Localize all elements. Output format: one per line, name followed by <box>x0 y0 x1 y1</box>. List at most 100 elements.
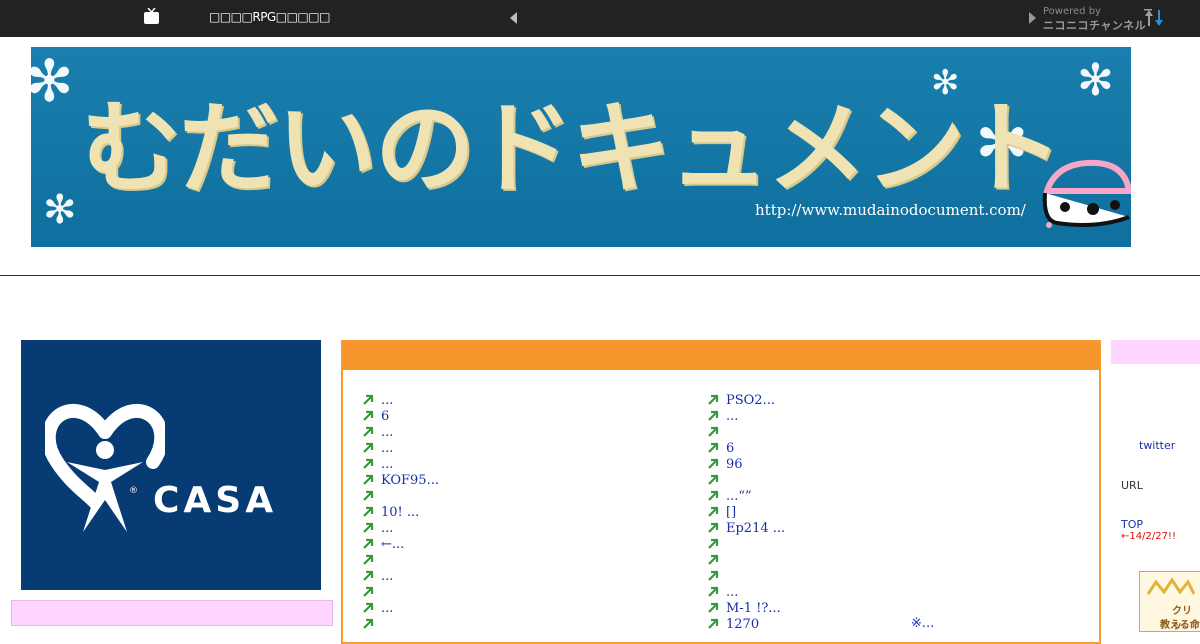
list-item[interactable] <box>706 552 785 568</box>
list-item[interactable] <box>706 472 785 488</box>
list-item-link[interactable]: ... <box>726 585 738 600</box>
site-url: http://www.mudainodocument.com/ <box>755 201 1026 219</box>
list-item[interactable]: ... <box>361 456 439 472</box>
list-item[interactable]: ... <box>706 408 785 424</box>
arrow-up-right-icon <box>708 618 719 629</box>
casa-ad-banner[interactable]: ® CASA <box>21 340 321 590</box>
list-item[interactable] <box>361 584 439 600</box>
list-item-link[interactable]: 10! ... <box>381 505 419 520</box>
list-item-link[interactable]: 96 <box>726 457 743 472</box>
arrow-up-right-icon <box>708 538 719 549</box>
list-item[interactable]: ... <box>361 424 439 440</box>
list-item[interactable]: ... <box>361 568 439 584</box>
list-item[interactable] <box>706 536 785 552</box>
list-item-link[interactable]: PSO2... <box>726 393 775 408</box>
list-item-link[interactable]: [] <box>726 505 736 520</box>
scroll-updown-icon[interactable] <box>1143 8 1165 28</box>
right-pink-bar <box>1111 340 1200 364</box>
arrow-up-right-icon <box>708 490 719 501</box>
click-ranking-badge[interactable]: クリッ 教える命 <box>1139 571 1200 632</box>
heart-person-logo-icon <box>45 404 165 532</box>
prev-arrow-icon[interactable] <box>510 12 517 24</box>
channel-title[interactable]: □□□□RPG□□□□□ <box>209 10 330 24</box>
list-item-link[interactable]: 6 <box>381 409 389 424</box>
list-item-link[interactable]: ... <box>381 457 393 472</box>
list-item-link[interactable]: Ep214 ... <box>726 521 785 536</box>
arrow-up-right-icon <box>708 474 719 485</box>
list-item[interactable]: M-1 !?... <box>706 600 785 616</box>
list-item[interactable]: ... <box>361 392 439 408</box>
list-item[interactable]: ... <box>361 440 439 456</box>
list-item[interactable]: PSO2... <box>706 392 785 408</box>
snowflake-icon: ✻ <box>1077 55 1114 106</box>
list-item[interactable]: ... <box>706 584 785 600</box>
update-note: ←14/2/27!! <box>1121 531 1176 542</box>
list-item-link[interactable]: ... <box>381 441 393 456</box>
list-item-link[interactable]: ... <box>381 569 393 584</box>
list-item-link[interactable]: ... <box>381 521 393 536</box>
casa-brand-text: CASA <box>153 480 278 521</box>
arrow-up-right-icon <box>363 506 374 517</box>
badge-line-2: 教える命 <box>1160 620 1200 631</box>
left-link-column: ... 6 ......... KOF95... 10! ...... ←... ...… <box>361 392 439 632</box>
top-link[interactable]: TOP <box>1121 518 1143 531</box>
arrow-up-right-icon <box>363 490 374 501</box>
list-item[interactable]: [] <box>706 504 785 520</box>
list-item[interactable] <box>361 488 439 504</box>
next-arrow-icon[interactable] <box>1029 12 1036 24</box>
arrow-up-right-icon <box>363 618 374 629</box>
arrow-up-right-icon <box>363 410 374 421</box>
list-item[interactable]: Ep214 ... <box>706 520 785 536</box>
list-item[interactable] <box>706 424 785 440</box>
arrow-up-right-icon <box>363 586 374 597</box>
arrow-up-right-icon <box>363 522 374 533</box>
arrow-up-right-icon <box>708 586 719 597</box>
site-banner[interactable]: ✻ ✻ ✻ ✻ ✻ むだいのドキュメント http://www.mudainod… <box>31 47 1131 247</box>
arrow-up-right-icon <box>708 442 719 453</box>
twitter-link[interactable]: twitter <box>1139 439 1175 452</box>
list-item[interactable] <box>361 552 439 568</box>
list-item[interactable]: ...“” <box>706 488 785 504</box>
arrow-up-right-icon <box>363 442 374 453</box>
list-item[interactable]: ... <box>361 520 439 536</box>
arrow-up-right-icon <box>363 394 374 405</box>
top-bar: □□□□RPG□□□□□ Powered by ニコニコチャンネル <box>0 0 1200 37</box>
niconico-channel-logo[interactable]: ニコニコチャンネル <box>1043 17 1146 33</box>
list-item-link[interactable]: ... <box>726 409 738 424</box>
box-header <box>343 342 1099 370</box>
arrow-up-right-icon <box>708 554 719 565</box>
list-item-link[interactable]: M-1 !?... <box>726 601 781 616</box>
arrow-up-right-icon <box>363 426 374 437</box>
list-item-link[interactable]: KOF95... <box>381 473 439 488</box>
arrow-up-right-icon <box>363 474 374 485</box>
list-item-link[interactable]: 6 <box>726 441 734 456</box>
list-item[interactable]: 96 <box>706 456 785 472</box>
snowflake-icon: ✻ <box>43 187 77 233</box>
list-note[interactable]: ※... <box>911 616 934 631</box>
list-item-link[interactable]: ...“” <box>726 489 752 504</box>
list-item-link[interactable]: ... <box>381 425 393 440</box>
tv-icon[interactable] <box>143 8 160 25</box>
list-item[interactable]: 10! ... <box>361 504 439 520</box>
list-item-link[interactable]: 1270 <box>726 617 759 632</box>
site-title: むだいのドキュメント <box>81 90 1063 207</box>
list-item[interactable] <box>706 568 785 584</box>
arrow-up-right-icon <box>363 554 374 565</box>
crown-icon <box>1146 577 1196 595</box>
arrow-up-right-icon <box>363 458 374 469</box>
list-item[interactable]: 6 <box>361 408 439 424</box>
right-link-column: PSO2...... 6 96 ...“” [] Ep214 ...... M-1 !… <box>706 392 785 632</box>
list-item[interactable]: ←... <box>361 536 439 552</box>
list-item-link[interactable]: ←... <box>381 537 404 552</box>
list-item[interactable]: 6 <box>706 440 785 456</box>
list-item-link[interactable]: ... <box>381 393 393 408</box>
list-item[interactable]: KOF95... <box>361 472 439 488</box>
arrow-up-right-icon <box>363 538 374 549</box>
arrow-up-right-icon <box>708 394 719 405</box>
arrow-up-right-icon <box>708 506 719 517</box>
list-item[interactable]: ... <box>361 600 439 616</box>
recent-articles-box: ... 6 ......... KOF95... 10! ...... ←... ...… <box>341 340 1101 644</box>
powered-by-label: Powered by <box>1043 6 1101 17</box>
arrow-up-right-icon <box>708 570 719 581</box>
list-item-link[interactable]: ... <box>381 601 393 616</box>
